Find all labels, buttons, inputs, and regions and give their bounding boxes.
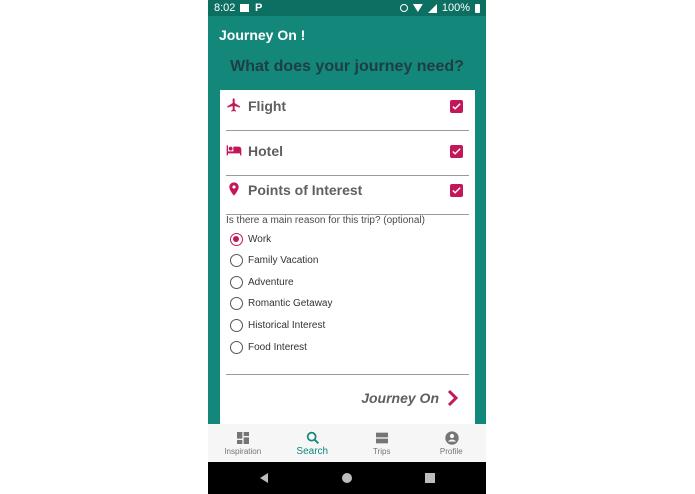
radio-label: Adventure <box>248 276 294 288</box>
airplane-icon <box>227 98 240 112</box>
radio-button[interactable] <box>230 340 243 354</box>
dashboard-icon <box>237 432 249 444</box>
p-notification-icon: P <box>255 2 263 14</box>
nav-label-profile: Profile <box>439 447 463 456</box>
recent-apps-icon[interactable] <box>425 473 435 483</box>
radio-label: Family Vacation <box>248 254 319 266</box>
journey-on-button[interactable]: Journey On <box>361 387 459 409</box>
list-icon <box>376 432 388 444</box>
nav-label-search: Search <box>296 446 329 457</box>
back-icon[interactable] <box>260 473 268 483</box>
journey-on-label: Journey On <box>361 390 439 406</box>
radio-label: Historical Interest <box>248 319 326 331</box>
trip-reason-question: Is there a main reason for this trip? (o… <box>226 215 425 226</box>
hotel-checkbox[interactable] <box>450 145 463 158</box>
bottom-navigation: Inspiration Search Trips Profile <box>208 424 486 462</box>
radio-label: Food Interest <box>248 341 307 353</box>
radio-option-romantic-getaway[interactable]: Romantic Getaway <box>230 295 332 311</box>
search-icon <box>306 431 319 444</box>
need-label-points-of-interest: Points of Interest <box>248 182 363 198</box>
signal-icon <box>427 3 437 13</box>
radio-button[interactable] <box>230 275 243 289</box>
need-row-hotel[interactable]: Hotel <box>226 135 469 176</box>
radio-option-food-interest[interactable]: Food Interest <box>230 339 307 355</box>
radio-option-family-vacation[interactable]: Family Vacation <box>230 252 318 268</box>
nav-item-inspiration[interactable]: Inspiration <box>208 424 278 462</box>
chevron-right-icon <box>447 389 459 407</box>
radio-button[interactable] <box>230 253 243 267</box>
battery-percent: 100% <box>441 2 470 14</box>
account-icon <box>444 431 459 445</box>
app-title: Journey On ! <box>219 27 306 43</box>
bed-icon <box>226 145 242 156</box>
radio-label: Work <box>248 233 272 245</box>
app-bar: Journey On ! <box>208 16 486 56</box>
nav-label-inspiration: Inspiration <box>224 447 262 456</box>
page-heading: What does your journey need? <box>230 58 464 75</box>
radio-button-selected[interactable] <box>230 232 243 246</box>
battery-icon <box>475 3 480 13</box>
system-navigation-bar <box>208 462 486 494</box>
radio-option-historical-interest[interactable]: Historical Interest <box>230 317 325 333</box>
radio-label: Romantic Getaway <box>248 297 333 309</box>
status-time: 8:02 <box>214 2 236 14</box>
need-label-hotel: Hotel <box>248 143 283 159</box>
home-icon[interactable] <box>342 473 352 483</box>
phone-screen: 8:02 P 100% Journey On ! What does your … <box>208 0 486 494</box>
need-label-flight: Flight <box>248 98 287 114</box>
radio-option-adventure[interactable]: Adventure <box>230 274 294 290</box>
status-bar: 8:02 P 100% <box>208 0 486 16</box>
flight-checkbox[interactable] <box>450 100 463 113</box>
nav-item-trips[interactable]: Trips <box>347 424 417 462</box>
divider <box>226 374 469 375</box>
nav-item-search[interactable]: Search <box>278 424 348 462</box>
points-of-interest-checkbox[interactable] <box>450 184 463 197</box>
need-row-flight[interactable]: Flight <box>226 90 469 131</box>
nav-item-profile[interactable]: Profile <box>417 424 487 462</box>
image-notification-icon <box>240 4 249 12</box>
nav-label-trips: Trips <box>373 447 391 456</box>
radio-button[interactable] <box>230 296 243 310</box>
wifi-icon <box>412 4 423 12</box>
radio-option-work[interactable]: Work <box>230 231 271 247</box>
map-pin-icon <box>229 182 239 196</box>
radio-button[interactable] <box>230 318 243 332</box>
need-row-points-of-interest[interactable]: Points of Interest <box>226 174 469 215</box>
alarm-icon <box>399 4 408 12</box>
journey-options-card: Flight Hotel Points of Interest Is there… <box>220 90 475 424</box>
